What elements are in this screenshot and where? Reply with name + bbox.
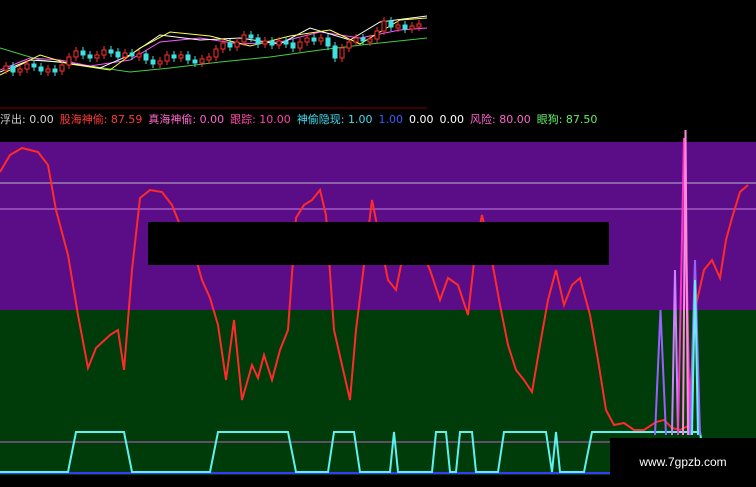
candle	[94, 54, 100, 59]
oscillator-panel	[0, 130, 756, 475]
indicator-value: 神偷隐现: 1.00	[296, 113, 373, 126]
candle	[311, 37, 317, 42]
candle	[108, 49, 114, 54]
candle	[346, 41, 352, 49]
candle	[269, 40, 275, 46]
candle	[87, 54, 93, 59]
indicator-value: 眼狗: 87.50	[536, 113, 598, 126]
candle	[59, 64, 65, 72]
candle	[262, 40, 268, 45]
candle	[73, 50, 79, 58]
candle	[164, 54, 170, 62]
candle	[325, 37, 331, 47]
candle	[150, 59, 156, 65]
candle	[185, 54, 191, 61]
candle	[115, 51, 121, 58]
candle	[248, 34, 254, 39]
candle	[234, 41, 240, 48]
candle	[38, 66, 44, 72]
indicator-value: 1.00	[378, 113, 404, 126]
candlestick-chart	[0, 15, 428, 109]
candle	[129, 52, 135, 57]
candle	[395, 24, 401, 29]
candle	[255, 37, 261, 45]
indicator-value: 跟踪: 10.00	[230, 113, 291, 126]
indicator-value: 浮出: 0.00	[0, 113, 54, 126]
masked-area	[427, 0, 756, 110]
candle	[416, 23, 422, 28]
candle	[388, 20, 394, 28]
indicator-value: 真海神偷: 0.00	[148, 113, 225, 126]
candle	[220, 42, 226, 50]
candle	[143, 53, 149, 61]
candle	[304, 37, 310, 43]
candle	[192, 59, 198, 64]
candle	[101, 49, 107, 56]
candle	[24, 63, 30, 70]
candle	[402, 24, 408, 30]
candle	[122, 52, 128, 58]
candle	[157, 60, 163, 65]
candle	[206, 56, 212, 61]
candle	[332, 45, 338, 59]
indicator-value: 股海神偷: 87.59	[59, 113, 143, 126]
indicator-value: 0.00	[409, 113, 434, 126]
candle	[171, 54, 177, 59]
candle	[213, 48, 219, 58]
candle	[66, 56, 72, 66]
candle	[353, 37, 359, 43]
candle	[227, 42, 233, 48]
chart-window: 浮出: 0.00 股海神偷: 87.59 真海神偷: 0.00 跟踪: 10.00 神偷…	[0, 0, 756, 487]
candle	[45, 68, 51, 73]
candle	[374, 30, 380, 40]
candle	[31, 63, 37, 68]
indicator-values-row: 浮出: 0.00 股海神偷: 87.59 真海神偷: 0.00 跟踪: 10.00 神偷…	[0, 110, 756, 130]
candle	[199, 58, 205, 64]
candle	[10, 65, 16, 73]
candle	[367, 38, 373, 43]
indicator-value: 0.00	[439, 113, 465, 126]
candle	[3, 65, 9, 71]
candle	[80, 50, 86, 56]
candle	[276, 40, 282, 46]
candle	[339, 47, 345, 59]
candle	[360, 37, 366, 42]
indicator-value: 风险: 80.00	[470, 113, 531, 126]
candle	[297, 41, 303, 49]
candle	[17, 68, 23, 73]
watermark: www.7gpzb.com	[610, 438, 756, 487]
candle	[136, 53, 142, 58]
candle	[241, 34, 247, 43]
candle	[178, 54, 184, 59]
candle	[283, 40, 289, 45]
candle	[409, 25, 415, 30]
masked-area	[148, 222, 609, 265]
candle	[52, 68, 58, 73]
candle	[318, 37, 324, 42]
candle	[290, 42, 296, 49]
price-chart-panel	[0, 0, 428, 110]
candle	[381, 20, 387, 32]
